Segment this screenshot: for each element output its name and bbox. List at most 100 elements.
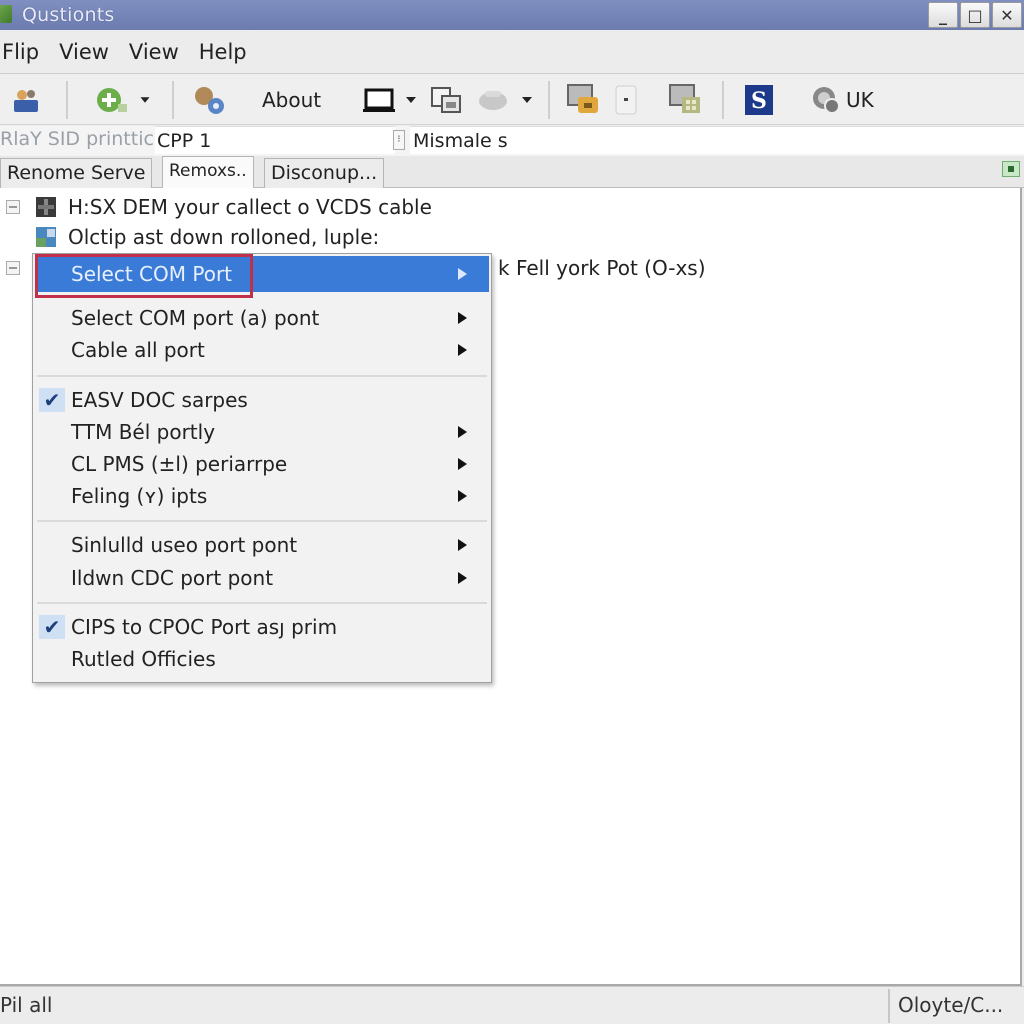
add-button[interactable] bbox=[94, 85, 150, 115]
menu-item-ildwn-cdc[interactable]: Ildwn CDC port pont bbox=[35, 562, 489, 594]
s-logo-icon: S bbox=[745, 85, 773, 115]
submenu-arrow-icon bbox=[458, 344, 467, 356]
close-button[interactable]: ✕ bbox=[992, 2, 1022, 28]
address-row: RlaY SID printtic CPP 1 ⁝ Mismale s bbox=[0, 126, 1024, 156]
menu-item-select-com-port[interactable]: Select COM Port bbox=[35, 256, 489, 292]
tree-row-text: H:SX DEM your callect o VCDS cable bbox=[68, 195, 432, 219]
status-bar: Pil all Oloyte/C... bbox=[0, 986, 1024, 1024]
menu-help[interactable]: Help bbox=[197, 40, 257, 64]
minimize-button[interactable]: _ bbox=[928, 2, 958, 28]
expand-toggle-icon[interactable] bbox=[6, 261, 20, 275]
monitor-dropdown-arrow-icon[interactable] bbox=[406, 97, 416, 103]
menu-item-label: Ildwn CDC port pont bbox=[71, 566, 274, 590]
checkmark-icon: ✔ bbox=[39, 615, 65, 639]
printer-dropdown-arrow-icon[interactable] bbox=[522, 97, 532, 103]
window-grid-button[interactable] bbox=[668, 84, 704, 115]
menu-item-feling[interactable]: Feling (ʏ) ipts bbox=[35, 480, 489, 512]
window-grid-icon bbox=[669, 84, 700, 113]
menu-flip[interactable]: Flip bbox=[0, 40, 49, 64]
menu-item-easv-doc[interactable]: ✔ EASV DOC sarpes bbox=[35, 384, 489, 416]
context-menu: Select COM Port Select COM port (a) pont… bbox=[32, 253, 492, 683]
folder-network-button[interactable] bbox=[566, 84, 602, 115]
add-dropdown-arrow-icon[interactable] bbox=[140, 97, 150, 103]
submenu-arrow-icon bbox=[458, 490, 467, 502]
toolbar-separator bbox=[722, 81, 724, 119]
about-label: About bbox=[262, 88, 322, 112]
toolbar: About S UK bbox=[0, 75, 1024, 125]
monitor-button[interactable] bbox=[362, 85, 416, 115]
tree-row-text: k Fell york Pot (O-xs) bbox=[498, 256, 706, 280]
toolbar-separator bbox=[548, 81, 550, 119]
filter-input[interactable]: Mismale s bbox=[410, 126, 1024, 154]
menu-separator bbox=[37, 375, 487, 377]
region-label: UK bbox=[846, 88, 874, 112]
expand-toggle-icon[interactable] bbox=[6, 200, 20, 214]
tree-row[interactable]: H:SX DEM your callect o VCDS cable bbox=[0, 192, 1020, 222]
status-right-text: Oloyte/C... bbox=[898, 993, 1004, 1017]
submenu-arrow-icon bbox=[458, 572, 467, 584]
menu-item-cable-all-port[interactable]: Cable all port bbox=[35, 334, 489, 366]
printer-button[interactable] bbox=[476, 85, 532, 115]
menu-item-label: Cable all port bbox=[71, 338, 205, 362]
menu-item-label: CL PMS (±l) periarrpe bbox=[71, 452, 288, 476]
cable-device-icon bbox=[36, 197, 56, 217]
menu-item-label: Select COM port (a) pont bbox=[71, 306, 320, 330]
spinner-icon[interactable]: ⁝ bbox=[393, 130, 405, 150]
image-icon bbox=[36, 227, 56, 247]
menu-item-ttm[interactable]: TTM Bél portly bbox=[35, 416, 489, 448]
menu-item-select-com-port-a[interactable]: Select COM port (a) pont bbox=[35, 302, 489, 334]
menu-item-label: Sinlulld useo port pont bbox=[71, 533, 298, 557]
submenu-arrow-icon bbox=[458, 539, 467, 551]
window-controls: _ □ ✕ bbox=[928, 2, 1022, 28]
users-button[interactable] bbox=[10, 85, 42, 115]
settings-gears-icon bbox=[195, 87, 224, 114]
about-button[interactable]: About bbox=[262, 85, 321, 115]
settings-button[interactable] bbox=[192, 85, 228, 115]
toolbar-separator bbox=[66, 81, 68, 119]
menu-item-label: Rutled Officies bbox=[71, 647, 216, 671]
menu-separator bbox=[37, 520, 487, 522]
menu-item-label: TTM Bél portly bbox=[71, 420, 216, 444]
address-label: RlaY SID printtic bbox=[0, 128, 154, 150]
menu-view-2[interactable]: View bbox=[127, 40, 189, 64]
globe-icon bbox=[813, 87, 840, 114]
menu-separator bbox=[37, 602, 487, 604]
menu-item-rutled-officies[interactable]: Rutled Officies bbox=[35, 643, 489, 675]
status-indicator-icon bbox=[1002, 161, 1020, 177]
users-icon bbox=[14, 90, 38, 112]
toolbar-separator bbox=[172, 81, 174, 119]
tab-remove[interactable]: Remoxs.. bbox=[162, 156, 254, 188]
monitor-icon bbox=[363, 88, 395, 112]
add-icon bbox=[97, 88, 127, 112]
tree-row-text: Olctip ast down rolloned, luple: bbox=[68, 225, 380, 249]
menu-item-label: Feling (ʏ) ipts bbox=[71, 484, 208, 508]
menu-item-label: Select COM Port bbox=[71, 262, 233, 286]
maximize-button[interactable]: □ bbox=[960, 2, 990, 28]
menu-item-sinlulld[interactable]: Sinlulld useo port pont bbox=[35, 529, 489, 561]
menu-item-cl-pms[interactable]: CL PMS (±l) periarrpe bbox=[35, 448, 489, 480]
window-title: Qustionts bbox=[22, 4, 115, 26]
menu-view[interactable]: View bbox=[57, 40, 119, 64]
tab-disconnect[interactable]: Disconup... bbox=[264, 158, 385, 188]
printer-icon bbox=[479, 91, 507, 110]
status-left-text: Pil all bbox=[0, 993, 53, 1017]
copy-window-icon bbox=[431, 87, 461, 113]
tree-row[interactable]: Olctip ast down rolloned, luple: bbox=[0, 222, 1020, 252]
region-button[interactable]: UK bbox=[810, 85, 874, 115]
copy-window-button[interactable] bbox=[430, 85, 464, 115]
submenu-arrow-icon bbox=[458, 312, 467, 324]
title-bar[interactable]: Qustionts _ □ ✕ bbox=[0, 0, 1024, 30]
tab-rename-server[interactable]: Renome Serve bbox=[0, 158, 153, 188]
svg-text:S: S bbox=[751, 88, 767, 114]
small-toggle-button[interactable] bbox=[614, 85, 638, 115]
status-divider bbox=[888, 989, 890, 1023]
menu-bar: Flip View View Help bbox=[0, 30, 1024, 74]
submenu-arrow-icon bbox=[458, 426, 467, 438]
s-logo-button[interactable]: S bbox=[744, 85, 774, 115]
menu-item-cips-to-cpoc[interactable]: ✔ CIPS to CPOC Port asȷ prim bbox=[35, 611, 489, 643]
small-button-icon bbox=[615, 85, 637, 115]
tab-bar: Renome Serve Remoxs.. Disconup... bbox=[0, 156, 1024, 188]
submenu-arrow-icon bbox=[458, 458, 467, 470]
folder-network-icon bbox=[567, 84, 598, 113]
address-input[interactable]: CPP 1 bbox=[155, 126, 395, 154]
